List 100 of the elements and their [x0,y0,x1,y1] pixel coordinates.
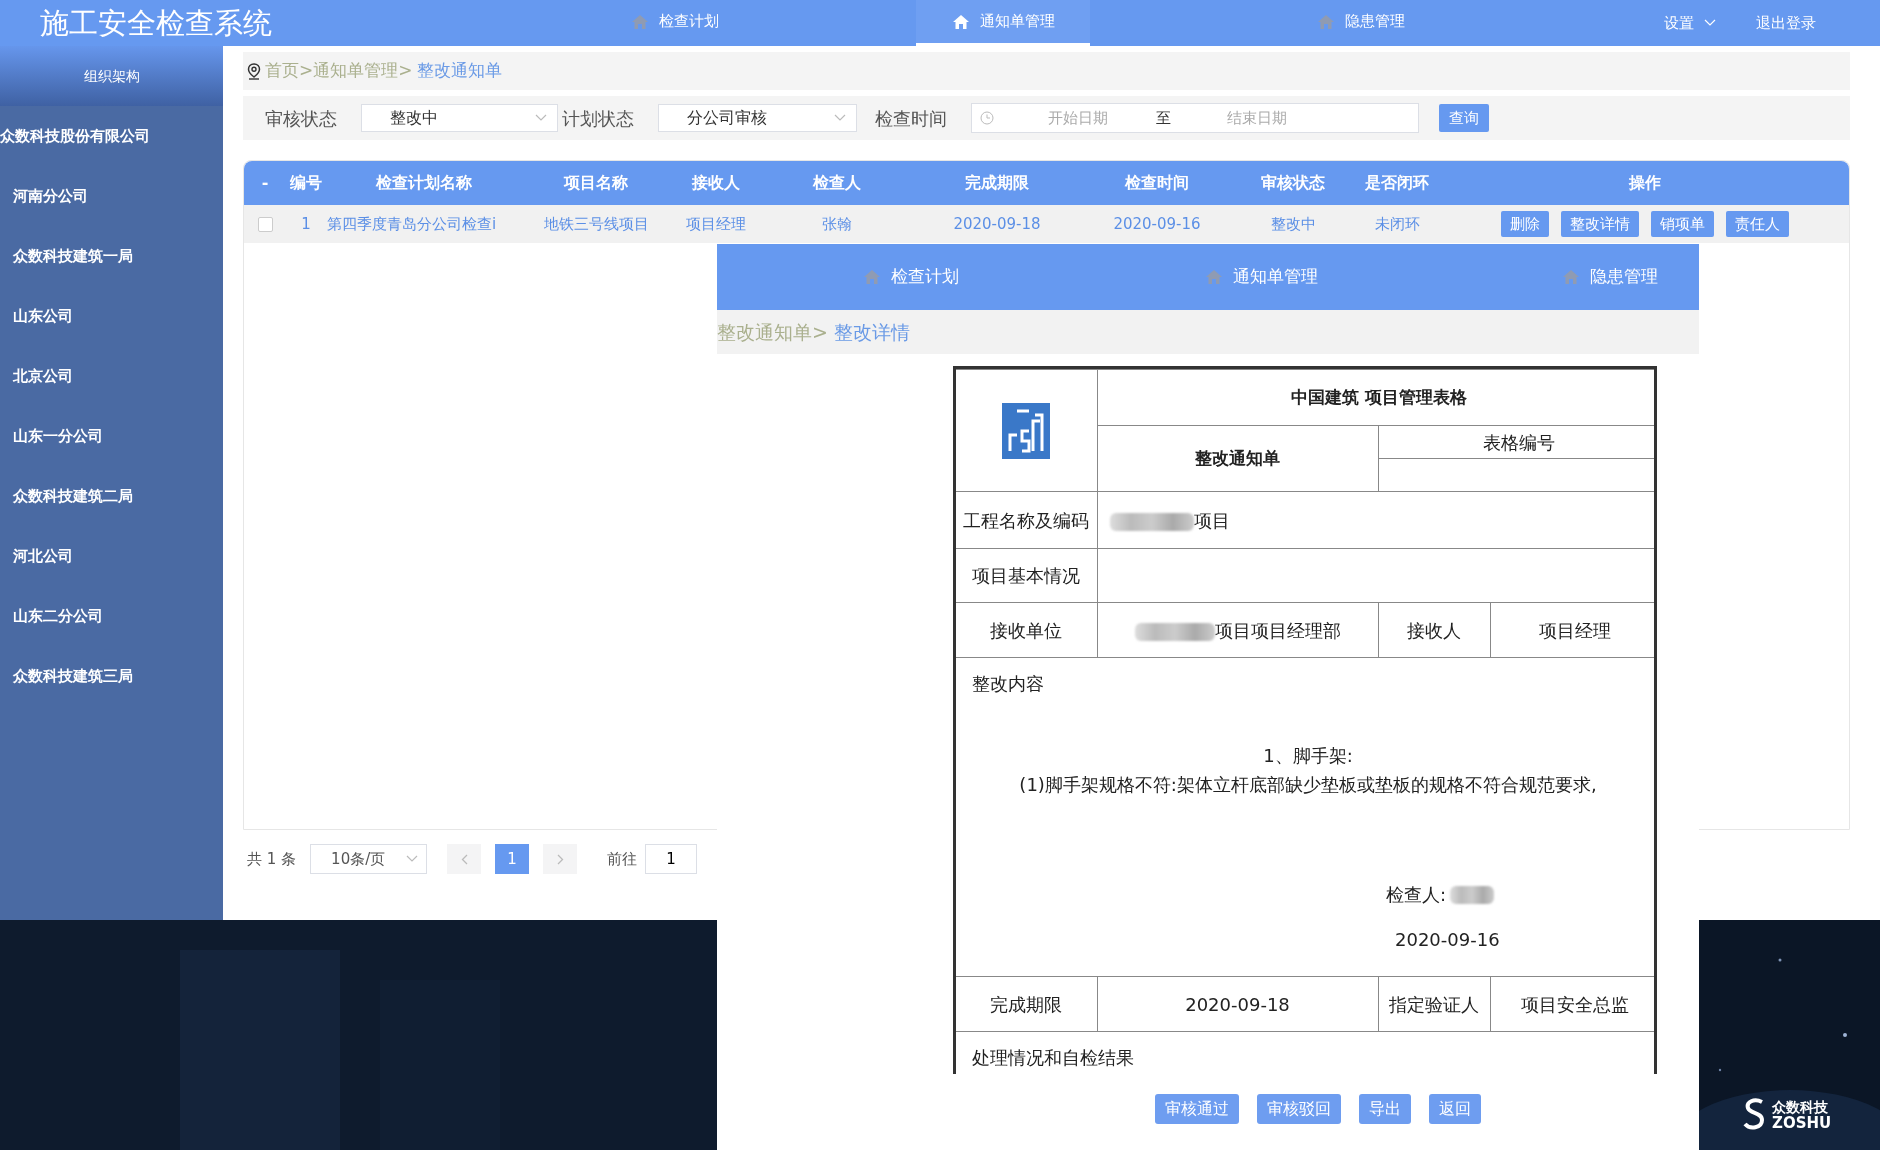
tree-item[interactable]: 北京公司 [0,346,73,406]
action-button[interactable]: 销项单 [1651,210,1714,238]
inspector-label: 检查人: [1386,883,1447,907]
action-button[interactable]: 审核通过 [1155,1094,1239,1124]
content-text: 1、脚手架: [1262,744,1354,768]
table-cell: 1 [286,205,326,243]
tree-item[interactable]: 众数科技建筑三局 [0,646,133,706]
action-button[interactable]: 责任人 [1726,210,1789,238]
brand-name: 众数科技 [1772,1099,1829,1115]
section-label: 整改内容 [972,672,1045,696]
tree-item[interactable]: 众数科技建筑一局 [0,226,133,286]
table-cell: 整改中 [1233,205,1353,243]
column-header: 是否闭环 [1353,161,1441,205]
field-value: 项目安全总监 [1521,993,1630,1015]
table-cell: 地铁三号线项目 [521,205,671,243]
action-button[interactable]: 返回 [1429,1094,1481,1124]
home-icon [1317,13,1335,30]
form-title: 整改通知单 [1195,447,1280,468]
form-heading: 中国建筑 项目管理表格 [1290,386,1467,407]
action-button[interactable]: 删除 [1501,210,1549,238]
field-label: 指定验证人 [1389,993,1479,1015]
redacted-mark [1450,885,1495,904]
caret-icon [406,855,419,863]
breadcrumb-current: 整改通知单 [416,59,502,83]
table-cell: 2020-09-18 [913,205,1081,243]
app-title: 施工安全检查系统 [39,5,273,42]
field-label: 工程名称及编码 [963,509,1090,531]
content-text: (1)脚手架规格不符:架体立杆底部缺少垫板或垫板的规格不符合规范要求, [1018,773,1598,797]
page-size-select[interactable]: 10条/页 [310,844,428,874]
settings-menu[interactable]: 设置 [1664,11,1716,35]
select-field[interactable]: 分公司审核 [658,104,857,132]
tree-item[interactable]: 河北公司 [0,526,73,586]
sidebar-title: 组织架构 [0,46,223,106]
field-value: 项目经理 [1539,619,1612,641]
caret-icon [834,114,846,122]
home-icon [863,269,881,285]
nav-tab[interactable]: 通知单管理 [1205,258,1318,296]
nav-tab[interactable]: 检查计划 [605,0,745,46]
inspection-date: 2020-09-16 [1395,929,1500,950]
column-header: 检查时间 [1081,161,1233,205]
action-button[interactable]: 导出 [1359,1094,1411,1124]
location-pin-icon [247,62,261,80]
home-icon [1205,269,1223,285]
table-cell: 项目经理 [671,205,761,243]
caret-icon [1704,19,1716,27]
tree-item[interactable]: 众数科技股份有限公司 [0,106,150,166]
next-page-button[interactable] [543,844,578,874]
column-header: 操作 [1441,161,1849,205]
home-icon [951,13,970,30]
tree-item[interactable]: 河南分公司 [0,166,88,226]
collapse-toggle[interactable]: - [244,161,286,205]
field-value: 项目项目经理部 [1214,619,1341,641]
date-range-field[interactable]: 开始日期 至 结束日期 [971,103,1419,133]
row-checkbox[interactable] [257,216,273,232]
caret-icon [535,114,547,122]
table-cell: 未闭环 [1353,205,1441,243]
home-icon [1562,269,1580,285]
end-date-placeholder: 结束日期 [1227,107,1287,129]
action-button[interactable]: 整改详情 [1561,210,1639,238]
home-icon [631,13,649,30]
nav-tab[interactable]: 隐患管理 [1562,258,1658,296]
filter-label: 计划状态 [562,106,634,131]
select-field[interactable]: 整改中 [361,104,558,132]
nav-tab[interactable]: 检查计划 [863,258,959,296]
nav-tab[interactable]: 通知单管理 [916,0,1090,46]
goto-label: 前往 [607,848,638,870]
column-header: 编号 [286,161,326,205]
action-button[interactable]: 审核驳回 [1257,1094,1341,1124]
tree-item[interactable]: 众数科技建筑二局 [0,466,133,526]
column-header: 项目名称 [521,161,671,205]
field-label: 表格编号 [1483,431,1556,453]
chevron-icon [460,853,468,865]
query-button[interactable]: 查询 [1439,103,1489,133]
column-header: 检查计划名称 [326,161,521,205]
column-header: 检查人 [761,161,913,205]
total-count: 共 1 条 [247,848,297,870]
brand-latin-name: ZOSHU [1772,1114,1832,1131]
clock-icon [980,111,994,125]
field-label: 项目基本情况 [972,565,1081,586]
section-label: 处理情况和自检结果 [972,1047,1134,1068]
page-button[interactable]: 1 [495,844,530,874]
tree-item[interactable]: 山东一分公司 [0,406,103,466]
field-label: 接收人 [1407,619,1461,641]
company-logo-icon [1002,402,1051,459]
breadcrumb-link[interactable]: 整改通知单> [717,317,828,347]
logout-button[interactable]: 退出登录 [1756,11,1816,35]
nav-tab[interactable]: 隐患管理 [1291,0,1431,46]
tree-item[interactable]: 山东二分公司 [0,586,103,646]
chevron-icon [556,853,564,865]
start-date-placeholder: 开始日期 [1048,107,1108,129]
column-header: 完成期限 [913,161,1081,205]
tree-item[interactable]: 山东公司 [0,286,73,346]
field-value: 项目 [1193,509,1230,531]
filter-label: 检查时间 [875,106,947,131]
table-cell: 第四季度青岛分公司检查i [326,205,521,243]
prev-page-button[interactable] [447,844,482,874]
field-label: 完成期限 [990,993,1063,1015]
goto-page-input[interactable]: 1 [645,844,698,874]
breadcrumb-current: 整改详情 [833,319,910,345]
breadcrumb-link[interactable]: 首页>通知单管理> [265,58,413,84]
